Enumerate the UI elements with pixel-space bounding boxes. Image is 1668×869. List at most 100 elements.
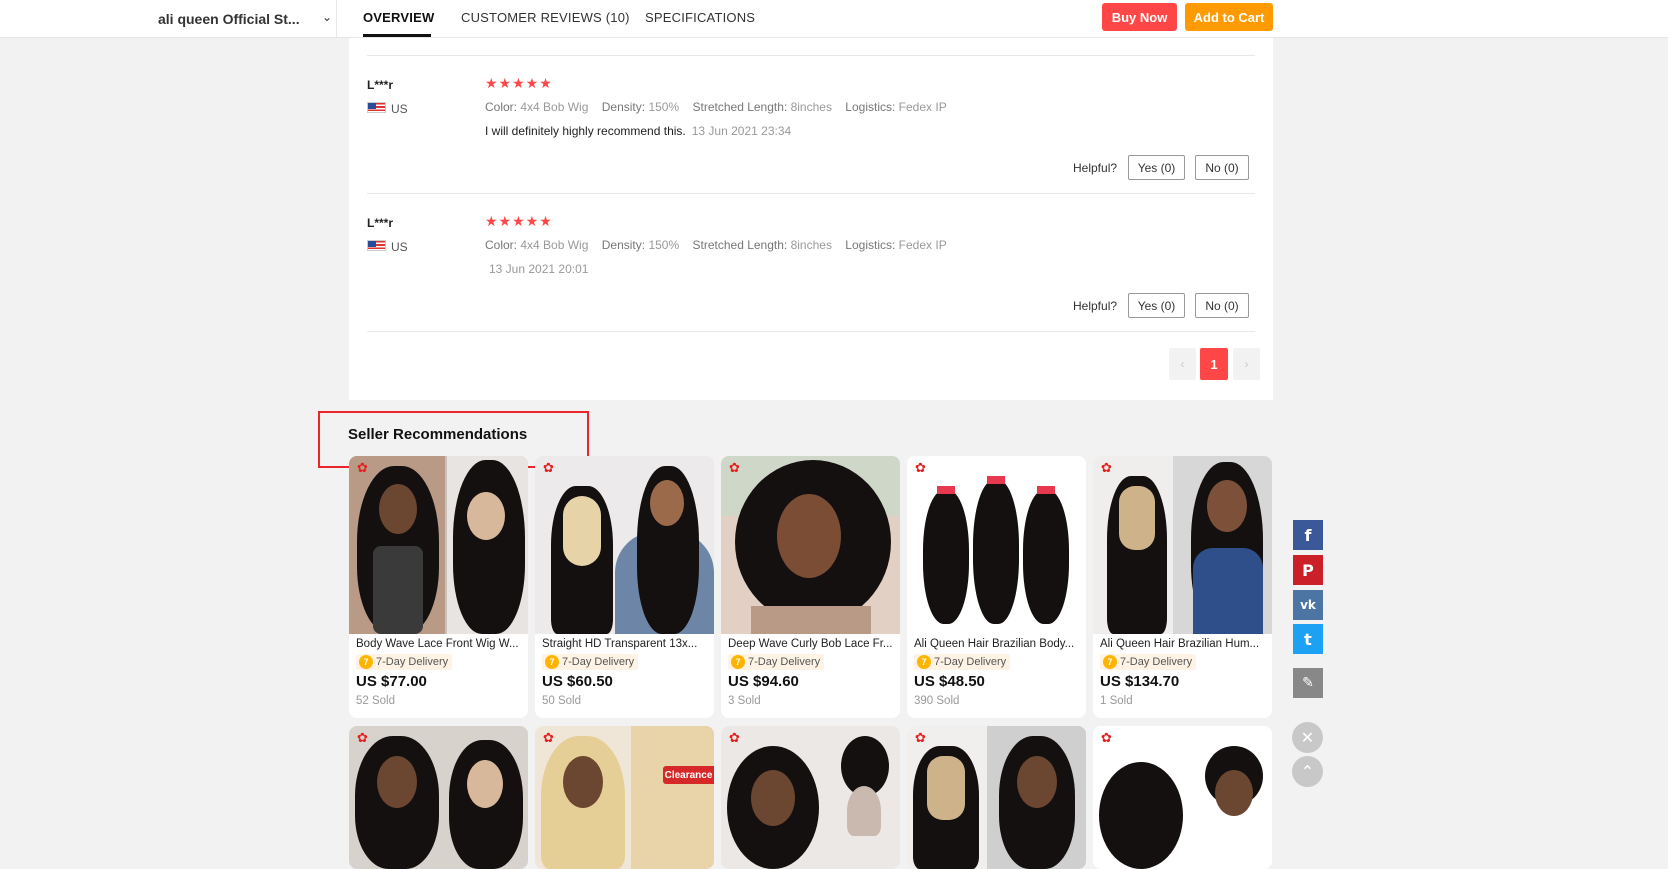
delivery-label: 7-Day Delivery xyxy=(934,656,1007,668)
product-image[interactable]: ✿ xyxy=(721,456,900,634)
rating-stars: ★★★★★ xyxy=(485,75,553,91)
review-item: L***r US ★★★★★ Color: 4x4 Bob Wig Densit… xyxy=(349,46,1273,184)
attr-label: Density: xyxy=(601,100,646,114)
product-price: US $134.70 xyxy=(1100,673,1180,690)
delivery-label: 7-Day Delivery xyxy=(748,656,821,668)
review-body: I will definitely highly recommend this. xyxy=(485,124,686,138)
review-text: I will definitely highly recommend this.… xyxy=(485,124,791,138)
helpful-no-button[interactable]: No (0) xyxy=(1195,293,1249,318)
product-card[interactable]: ✿ Ali Queen Hair Brazilian Body... 7 7-Da… xyxy=(907,456,1086,718)
reviewer-country: US xyxy=(391,240,408,254)
review-item: L***r US ★★★★★ Color: 4x4 Bob Wig Densit… xyxy=(349,184,1273,322)
product-name[interactable]: Straight HD Transparent 13x... xyxy=(542,638,707,650)
facebook-share-icon[interactable]: f xyxy=(1293,520,1323,550)
attr-value: 4x4 Bob Wig xyxy=(520,100,589,114)
product-card[interactable]: ✿ Deep Wave Curly Bob Lace Fr... 7 7-Day … xyxy=(721,456,900,718)
pagination-prev-button[interactable]: ‹ xyxy=(1169,348,1196,380)
pagination-page-1[interactable]: 1 xyxy=(1200,348,1228,380)
product-card[interactable]: ✿ Ali Queen Hair Brazilian Hum... 7 7-Day… xyxy=(1093,456,1272,718)
divider xyxy=(367,331,1255,332)
buy-now-button[interactable]: Buy Now xyxy=(1102,3,1177,31)
product-image[interactable]: ✿ xyxy=(535,456,714,634)
attr-value: 4x4 Bob Wig xyxy=(520,238,589,252)
edit-icon[interactable]: ✎ xyxy=(1293,668,1323,698)
delivery-icon: 7 xyxy=(359,655,373,669)
brand-logo: ✿ xyxy=(915,730,926,745)
product-image[interactable]: ✿ xyxy=(1093,726,1272,869)
helpful-yes-button[interactable]: Yes (0) xyxy=(1128,155,1185,180)
product-card[interactable]: Clearance ✿ xyxy=(535,726,714,869)
reviewer-name: L***r xyxy=(367,216,394,230)
review-text: 13 Jun 2021 20:01 xyxy=(489,262,588,276)
product-card[interactable]: ✿ xyxy=(721,726,900,869)
scroll-top-icon[interactable]: ⌃ xyxy=(1292,756,1323,787)
chevron-down-icon[interactable]: ⌄ xyxy=(322,10,332,24)
attr-value: 8inches xyxy=(790,100,832,114)
review-attributes: Color: 4x4 Bob Wig Density: 150% Stretch… xyxy=(485,100,957,114)
delivery-label: 7-Day Delivery xyxy=(376,656,449,668)
product-card[interactable]: ✿ xyxy=(349,726,528,869)
helpful-yes-button[interactable]: Yes (0) xyxy=(1128,293,1185,318)
product-card[interactable]: ✿ xyxy=(907,726,1086,869)
product-card[interactable]: ✿ Body Wave Lace Front Wig W... 7 7-Day D… xyxy=(349,456,528,718)
product-image[interactable]: ✿ xyxy=(349,726,528,869)
product-image[interactable]: ✿ xyxy=(349,456,528,634)
brand-logo: ✿ xyxy=(357,730,368,745)
product-image[interactable]: ✿ xyxy=(721,726,900,869)
attr-label: Stretched Length: xyxy=(692,238,788,252)
product-price: US $48.50 xyxy=(914,673,985,690)
pagination-next-button[interactable]: › xyxy=(1233,348,1260,380)
product-image[interactable]: Clearance ✿ xyxy=(535,726,714,869)
add-to-cart-button[interactable]: Add to Cart xyxy=(1185,3,1273,31)
delivery-icon: 7 xyxy=(731,655,745,669)
product-price: US $94.60 xyxy=(728,673,799,690)
brand-logo: ✿ xyxy=(729,460,740,475)
helpful-no-button[interactable]: No (0) xyxy=(1195,155,1249,180)
attr-value: Fedex IP xyxy=(898,238,947,252)
store-name[interactable]: ali queen Official St... xyxy=(158,11,300,27)
product-sold-count: 52 Sold xyxy=(356,695,396,707)
brand-logo: ✿ xyxy=(729,730,740,745)
attr-value: 150% xyxy=(648,238,680,252)
tab-customer-reviews[interactable]: CUSTOMER REVIEWS (10) xyxy=(461,10,630,25)
delivery-icon: 7 xyxy=(545,655,559,669)
attr-label: Stretched Length: xyxy=(692,100,788,114)
brand-logo: ✿ xyxy=(915,460,926,475)
tab-specifications[interactable]: SPECIFICATIONS xyxy=(645,10,755,25)
attr-value: 8inches xyxy=(790,238,832,252)
vk-share-icon[interactable]: vk xyxy=(1293,590,1323,620)
product-sold-count: 50 Sold xyxy=(542,695,582,707)
product-card[interactable]: ✿ xyxy=(1093,726,1272,869)
helpful-label: Helpful? xyxy=(1073,161,1118,175)
close-icon[interactable]: ✕ xyxy=(1292,722,1323,753)
tab-overview[interactable]: OVERVIEW xyxy=(363,10,434,25)
brand-logo: ✿ xyxy=(543,460,554,475)
attr-value: 150% xyxy=(648,100,680,114)
attr-label: Logistics: xyxy=(845,100,896,114)
product-image[interactable]: ✿ xyxy=(1093,456,1272,634)
delivery-label: 7-Day Delivery xyxy=(562,656,635,668)
active-tab-indicator xyxy=(363,34,431,37)
product-name[interactable]: Ali Queen Hair Brazilian Hum... xyxy=(1100,638,1265,650)
product-image[interactable]: ✿ xyxy=(907,726,1086,869)
reviews-panel: L***r US ★★★★★ Color: 4x4 Bob Wig Densit… xyxy=(349,38,1273,400)
product-name[interactable]: Body Wave Lace Front Wig W... xyxy=(356,638,521,650)
product-card[interactable]: ✿ Straight HD Transparent 13x... 7 7-Day … xyxy=(535,456,714,718)
product-sold-count: 390 Sold xyxy=(914,695,960,707)
delivery-icon: 7 xyxy=(1103,655,1117,669)
review-date: 13 Jun 2021 23:34 xyxy=(691,124,792,138)
delivery-badge: 7 7-Day Delivery xyxy=(914,654,1011,670)
twitter-share-icon[interactable]: t xyxy=(1293,624,1323,654)
product-name[interactable]: Ali Queen Hair Brazilian Body... xyxy=(914,638,1079,650)
attr-label: Color: xyxy=(485,238,518,252)
brand-logo: ✿ xyxy=(1101,460,1112,475)
helpful-label: Helpful? xyxy=(1073,299,1118,313)
product-image[interactable]: ✿ xyxy=(907,456,1086,634)
top-nav-bar: ali queen Official St... ⌄ OVERVIEW CUST… xyxy=(0,0,1668,38)
pinterest-share-icon[interactable]: P xyxy=(1293,555,1323,585)
delivery-badge: 7 7-Day Delivery xyxy=(1100,654,1197,670)
us-flag-icon xyxy=(367,240,386,251)
attr-value: Fedex IP xyxy=(898,100,947,114)
product-name[interactable]: Deep Wave Curly Bob Lace Fr... xyxy=(728,638,893,650)
brand-logo: ✿ xyxy=(357,460,368,475)
